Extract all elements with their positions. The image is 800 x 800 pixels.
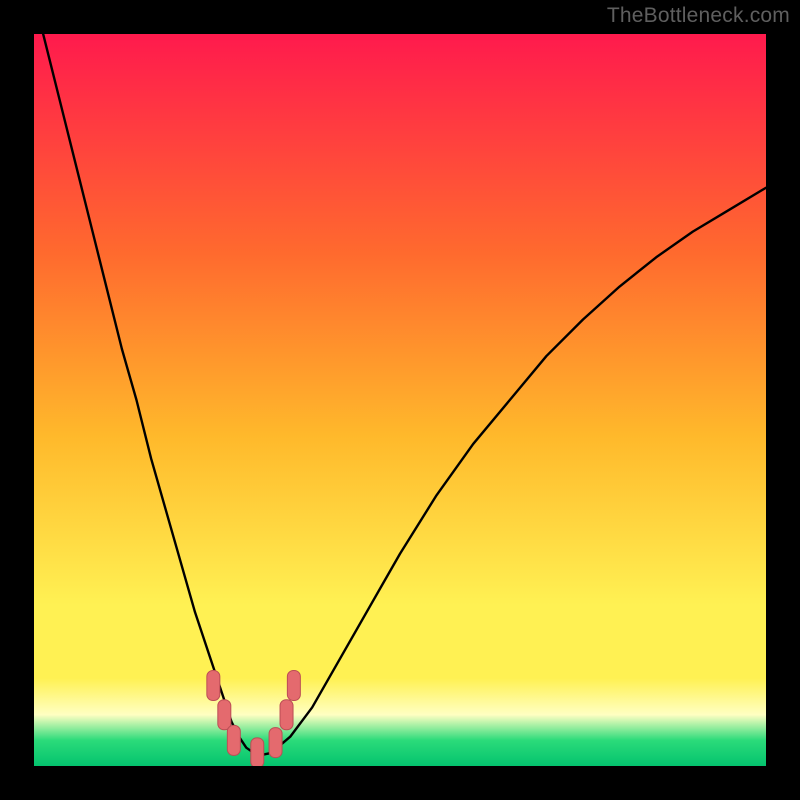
curve-marker xyxy=(227,725,240,755)
curve-marker xyxy=(287,670,300,700)
watermark-text: TheBottleneck.com xyxy=(607,4,790,28)
curve-marker xyxy=(269,728,282,758)
curve-marker xyxy=(280,700,293,730)
chart-frame: TheBottleneck.com xyxy=(0,0,800,800)
curve-marker xyxy=(251,738,264,766)
gradient-background xyxy=(34,34,766,766)
curve-marker xyxy=(218,700,231,730)
plot-area xyxy=(34,34,766,766)
curve-marker xyxy=(207,670,220,700)
bottleneck-chart xyxy=(34,34,766,766)
